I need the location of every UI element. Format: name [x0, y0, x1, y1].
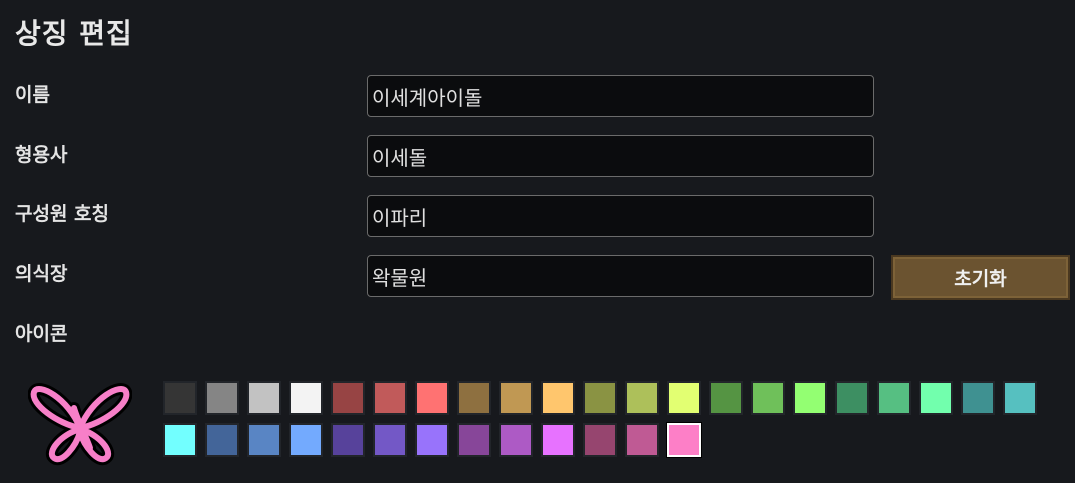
adjective-label: 형용사	[15, 144, 68, 166]
name-label: 이름	[15, 84, 50, 106]
color-swatch[interactable]	[331, 381, 365, 415]
color-swatch[interactable]	[877, 381, 911, 415]
page-title: 상징 편집	[15, 17, 133, 50]
color-swatch[interactable]	[583, 381, 617, 415]
color-swatch[interactable]	[457, 381, 491, 415]
color-swatch[interactable]	[499, 423, 533, 457]
color-swatch[interactable]	[835, 381, 869, 415]
color-swatch[interactable]	[373, 423, 407, 457]
color-swatch[interactable]	[709, 381, 743, 415]
color-swatch[interactable]	[499, 381, 533, 415]
color-swatch[interactable]	[415, 381, 449, 415]
color-swatch[interactable]	[289, 381, 323, 415]
member-title-label: 구성원 호칭	[15, 203, 110, 225]
color-swatch[interactable]	[625, 381, 659, 415]
reset-button[interactable]: 초기화	[891, 255, 1070, 300]
color-swatch[interactable]	[163, 381, 197, 415]
color-swatch[interactable]	[457, 423, 491, 457]
color-swatch[interactable]	[247, 381, 281, 415]
member-title-input[interactable]	[367, 195, 874, 237]
color-swatch[interactable]	[373, 381, 407, 415]
color-swatch[interactable]	[415, 423, 449, 457]
costume-label: 의식장	[15, 263, 68, 285]
color-swatch[interactable]	[541, 381, 575, 415]
color-swatch[interactable]	[205, 381, 239, 415]
color-swatch[interactable]	[205, 423, 239, 457]
color-swatch[interactable]	[667, 423, 701, 457]
name-input[interactable]	[367, 75, 874, 117]
butterfly-icon	[27, 378, 133, 466]
color-swatch[interactable]	[331, 423, 365, 457]
color-swatch[interactable]	[247, 423, 281, 457]
emblem-editor-panel: 상징 편집 이름 형용사 구성원 호칭 의식장 초기화 아이콘	[0, 0, 1075, 483]
color-swatch[interactable]	[919, 381, 953, 415]
color-swatch[interactable]	[751, 381, 785, 415]
color-swatch[interactable]	[583, 423, 617, 457]
icon-label: 아이콘	[15, 323, 68, 345]
color-swatch[interactable]	[289, 423, 323, 457]
costume-input[interactable]	[367, 255, 874, 297]
adjective-input[interactable]	[367, 135, 874, 177]
color-swatch[interactable]	[163, 423, 197, 457]
color-swatch[interactable]	[793, 381, 827, 415]
color-swatch[interactable]	[541, 423, 575, 457]
color-swatch[interactable]	[961, 381, 995, 415]
color-swatch[interactable]	[1003, 381, 1037, 415]
color-swatch[interactable]	[625, 423, 659, 457]
color-swatch[interactable]	[667, 381, 701, 415]
